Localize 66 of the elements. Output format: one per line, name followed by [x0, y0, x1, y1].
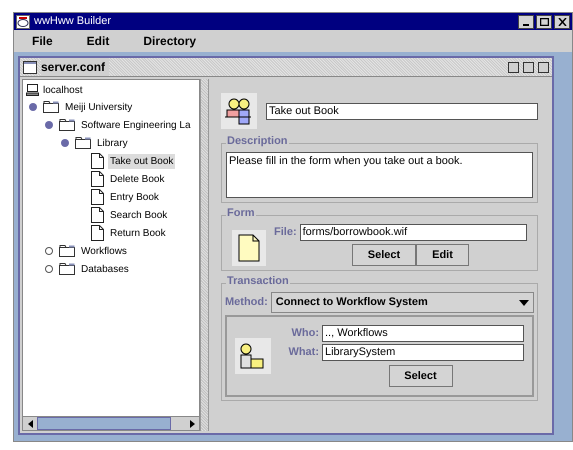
- minimize-button[interactable]: [518, 14, 534, 28]
- tree-item[interactable]: Delete Book: [108, 172, 166, 186]
- select-button[interactable]: Select: [388, 365, 452, 387]
- tree-item[interactable]: Meiji University: [65, 100, 132, 114]
- folder-icon: [59, 263, 75, 275]
- tree-item[interactable]: Software Engineering La: [81, 118, 191, 132]
- document-icon: [91, 171, 104, 187]
- tree-item[interactable]: Take out Book: [108, 154, 176, 168]
- expand-handle[interactable]: [45, 247, 53, 255]
- group-title: Form: [226, 208, 256, 219]
- select-button[interactable]: Select: [352, 244, 416, 266]
- people-icon: [221, 93, 257, 129]
- left-arrow-icon: [28, 420, 32, 428]
- folder-icon: [43, 101, 59, 113]
- expand-handle[interactable]: [61, 139, 69, 147]
- right-arrow-icon: [190, 420, 194, 428]
- group-title: Description: [226, 136, 289, 147]
- menu-item[interactable]: File: [32, 32, 53, 50]
- tree-item[interactable]: Return Book: [108, 226, 168, 240]
- close-button[interactable]: [554, 14, 570, 28]
- document-icon: [91, 225, 104, 241]
- description-field[interactable]: Please fill in the form when you take out a book.: [226, 152, 533, 198]
- frame-title: server.conf: [41, 58, 110, 76]
- folder-icon: [59, 119, 75, 131]
- close-button[interactable]: [538, 62, 549, 72]
- close-icon: [558, 18, 566, 26]
- expand-handle[interactable]: [45, 265, 53, 273]
- maximize-icon: [540, 18, 548, 26]
- menu-item[interactable]: Edit: [86, 32, 110, 50]
- minimize-button[interactable]: [508, 62, 519, 72]
- tree-item[interactable]: Entry Book: [108, 190, 161, 204]
- horizontal-scrollbar[interactable]: [23, 416, 199, 430]
- minimize-icon: [523, 24, 529, 26]
- tree-item[interactable]: Search Book: [108, 208, 170, 222]
- dropdown-arrow-icon: [519, 300, 529, 306]
- document-icon: [23, 60, 37, 74]
- group-title: Transaction: [226, 276, 290, 287]
- who-field[interactable]: .., Workflows: [322, 325, 524, 342]
- select-button[interactable]: Edit: [416, 244, 469, 266]
- tree-item[interactable]: Workflows: [81, 244, 127, 258]
- person-icon: [235, 338, 271, 374]
- folder-icon: [75, 137, 91, 149]
- field-label: Method:: [225, 295, 268, 310]
- expand-handle[interactable]: [45, 121, 53, 129]
- document-icon: [91, 207, 104, 223]
- menu-item[interactable]: Directory: [143, 32, 196, 50]
- method-dropdown[interactable]: Connect to Workflow System: [270, 292, 534, 313]
- tree-item[interactable]: localhost: [43, 82, 82, 98]
- expand-handle[interactable]: [29, 103, 37, 111]
- folder-icon: [59, 245, 75, 257]
- maximize-button[interactable]: [523, 62, 534, 72]
- name-field[interactable]: Take out Book: [266, 102, 538, 120]
- document-icon: [91, 189, 104, 205]
- tree-item[interactable]: Library: [97, 136, 128, 150]
- field-label: File:: [274, 225, 297, 240]
- field-label: Who:: [290, 326, 319, 342]
- field-label: What:: [287, 345, 319, 360]
- document-icon: [91, 153, 104, 169]
- computer-icon: [26, 84, 39, 96]
- tree-item[interactable]: Databases: [81, 262, 129, 276]
- maximize-button[interactable]: [536, 14, 552, 28]
- app-icon: [16, 14, 30, 28]
- what-field[interactable]: LibrarySystem: [322, 344, 524, 361]
- window-title: wwHww Builder: [34, 14, 112, 30]
- file-field[interactable]: forms/borrowbook.wif: [300, 224, 527, 241]
- file-icon: [232, 230, 266, 266]
